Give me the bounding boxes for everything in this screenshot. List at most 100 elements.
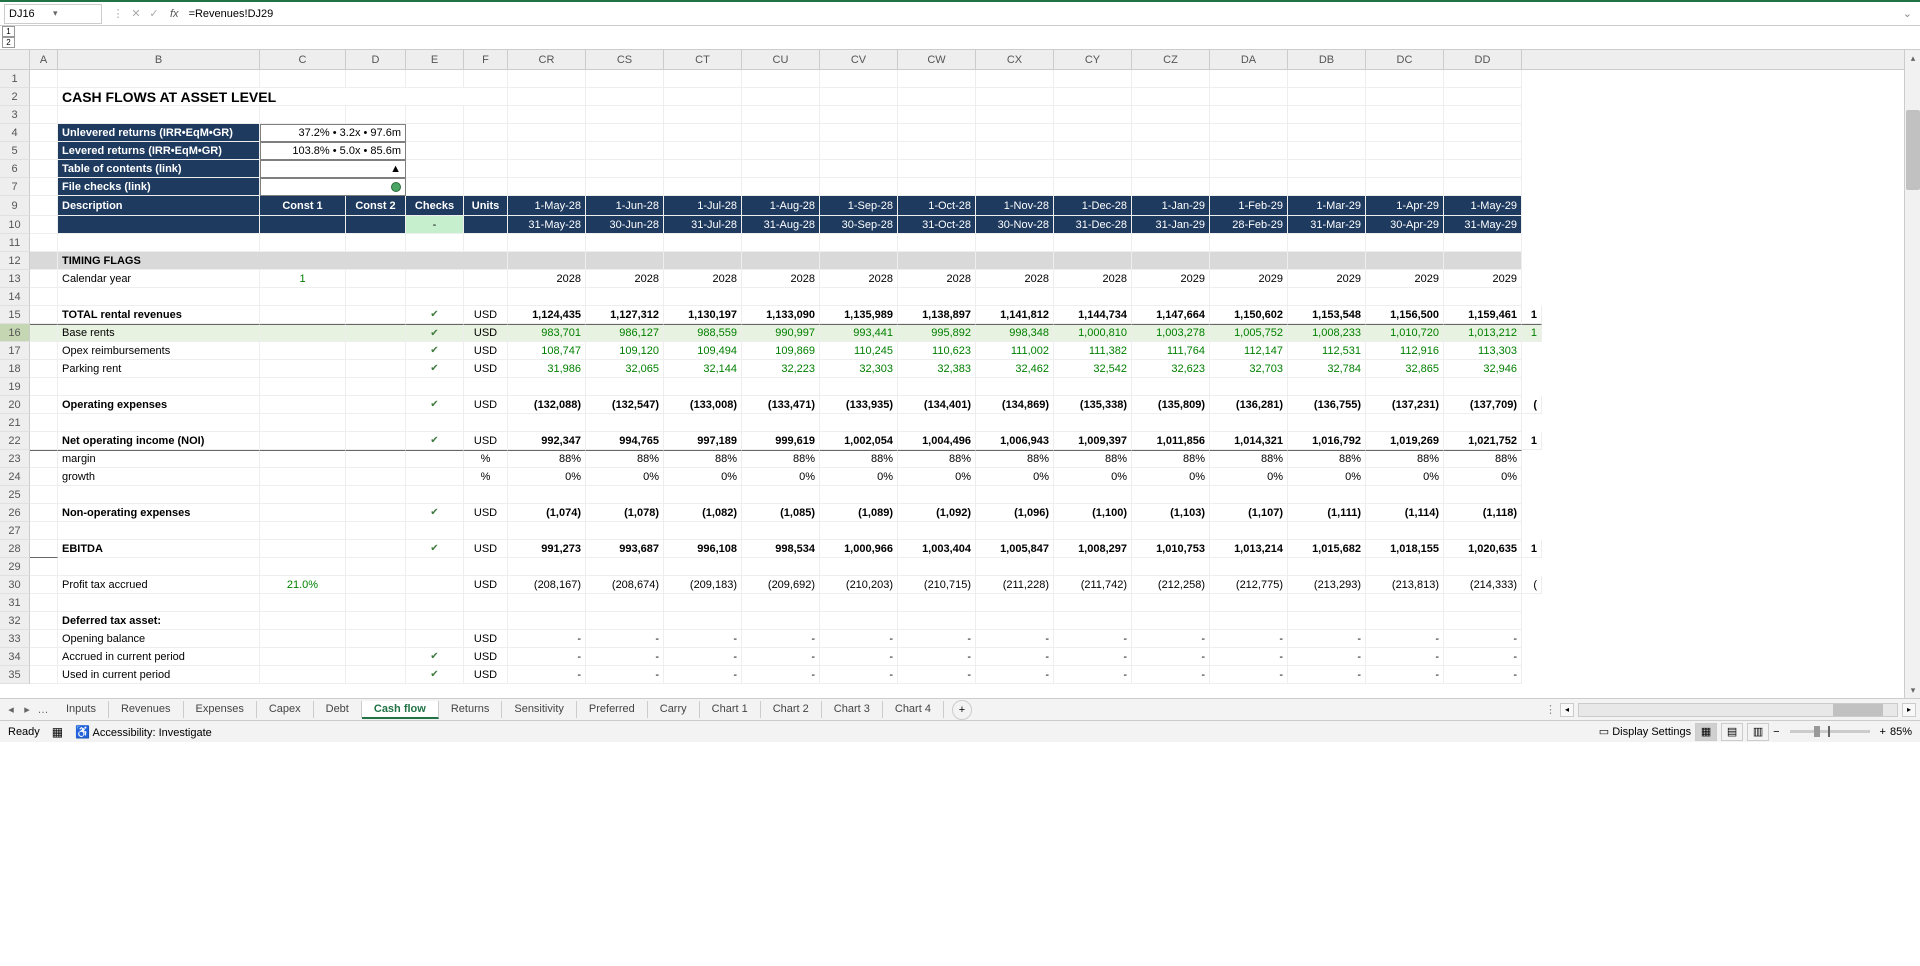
row-header-21[interactable]: 21 [0,414,30,432]
outline-level-2[interactable]: 2 [2,37,15,48]
data-cell[interactable] [1366,378,1444,396]
data-cell[interactable] [820,142,898,160]
cell[interactable] [406,576,464,594]
data-cell[interactable] [898,522,976,540]
cell-const1[interactable] [260,70,346,88]
data-cell[interactable]: 1,141,812 [976,306,1054,324]
cell-checks[interactable] [406,522,464,540]
data-cell[interactable] [820,178,898,196]
sheet-tab-chart-1[interactable]: Chart 1 [700,701,761,718]
data-cell[interactable] [1444,612,1522,630]
cell[interactable] [464,124,508,142]
cell-units[interactable] [464,70,508,88]
data-cell[interactable] [820,88,898,106]
row-dta[interactable]: Deferred tax asset: [58,612,260,630]
data-cell[interactable] [898,414,976,432]
cell[interactable] [406,178,464,196]
check-cell[interactable]: ✔ [406,360,464,378]
data-cell[interactable]: - [1288,630,1366,648]
cell-const2[interactable] [346,106,406,124]
data-cell[interactable] [1210,414,1288,432]
cell-checks[interactable] [406,106,464,124]
data-cell[interactable] [742,178,820,196]
const2-used[interactable] [346,666,406,684]
data-cell[interactable] [1054,70,1132,88]
cell[interactable] [1210,252,1288,270]
data-cell[interactable]: 88% [742,450,820,468]
data-cell[interactable] [586,612,664,630]
data-cell[interactable] [742,522,820,540]
cell[interactable] [30,540,58,558]
data-cell[interactable] [1054,142,1132,160]
data-cell[interactable] [1444,378,1522,396]
data-cell[interactable]: 2029 [1366,270,1444,288]
data-cell[interactable] [976,288,1054,306]
data-cell-overflow[interactable]: 1 [1522,306,1542,324]
data-cell[interactable]: 110,623 [898,342,976,360]
data-cell[interactable]: 993,687 [586,540,664,558]
check-cell[interactable]: ✔ [406,504,464,522]
data-cell[interactable] [898,594,976,612]
data-cell[interactable]: (133,471) [742,396,820,414]
hdr-date-end[interactable]: 31-Dec-28 [1054,216,1132,234]
data-cell[interactable] [586,558,664,576]
zoom-slider[interactable] [1790,730,1870,733]
row-header-29[interactable]: 29 [0,558,30,576]
row-header-6[interactable]: 6 [0,160,30,178]
data-cell[interactable]: - [586,648,664,666]
check-cell[interactable]: ✔ [406,666,464,684]
data-cell[interactable] [586,124,664,142]
data-cell[interactable] [1054,414,1132,432]
data-cell[interactable] [820,234,898,252]
cell-const2[interactable] [346,612,406,630]
data-cell[interactable] [664,378,742,396]
cell-const2[interactable] [346,70,406,88]
sheet-tab-chart-4[interactable]: Chart 4 [883,701,944,718]
data-cell[interactable] [898,288,976,306]
data-cell[interactable] [1132,178,1210,196]
data-cell[interactable] [1132,288,1210,306]
data-cell[interactable]: 88% [976,450,1054,468]
data-cell[interactable] [508,414,586,432]
column-header-C[interactable]: C [260,50,346,69]
cell-const1[interactable]: 1 [260,270,346,288]
cell-a[interactable] [30,270,58,288]
cell[interactable] [464,142,508,160]
data-cell[interactable]: 996,108 [664,540,742,558]
data-cell[interactable] [586,378,664,396]
data-cell[interactable]: (133,935) [820,396,898,414]
row-profit_tax[interactable]: Profit tax accrued [58,576,260,594]
data-cell[interactable]: 32,542 [1054,360,1132,378]
hdr-date-start[interactable]: 1-Mar-29 [1288,196,1366,216]
const1-parking[interactable] [260,360,346,378]
data-cell[interactable]: - [820,666,898,684]
const1-total_rev[interactable] [260,306,346,324]
row-header-2[interactable]: 2 [0,88,30,106]
cell[interactable] [508,252,586,270]
data-cell[interactable] [1210,234,1288,252]
data-cell[interactable]: 2028 [586,270,664,288]
data-cell[interactable] [508,160,586,178]
data-cell[interactable] [1366,178,1444,196]
data-cell[interactable] [1366,612,1444,630]
data-cell[interactable]: 1,006,943 [976,432,1054,450]
data-cell[interactable] [1210,88,1288,106]
data-cell[interactable] [742,414,820,432]
cell-a[interactable] [30,558,58,576]
data-cell[interactable] [898,612,976,630]
data-cell[interactable] [898,142,976,160]
data-cell[interactable]: 32,623 [1132,360,1210,378]
data-cell[interactable]: - [976,648,1054,666]
cell[interactable] [664,252,742,270]
sheet-tab-returns[interactable]: Returns [439,701,503,718]
cell-checks[interactable] [406,486,464,504]
data-cell[interactable]: 0% [742,468,820,486]
data-cell[interactable] [1132,70,1210,88]
data-cell[interactable]: (1,103) [1132,504,1210,522]
hdr-description[interactable]: Description [58,196,260,216]
const1-ebitda[interactable] [260,540,346,558]
data-cell[interactable] [742,124,820,142]
data-cell[interactable]: 1,000,966 [820,540,898,558]
cell-checks[interactable] [406,234,464,252]
data-cell[interactable] [508,178,586,196]
